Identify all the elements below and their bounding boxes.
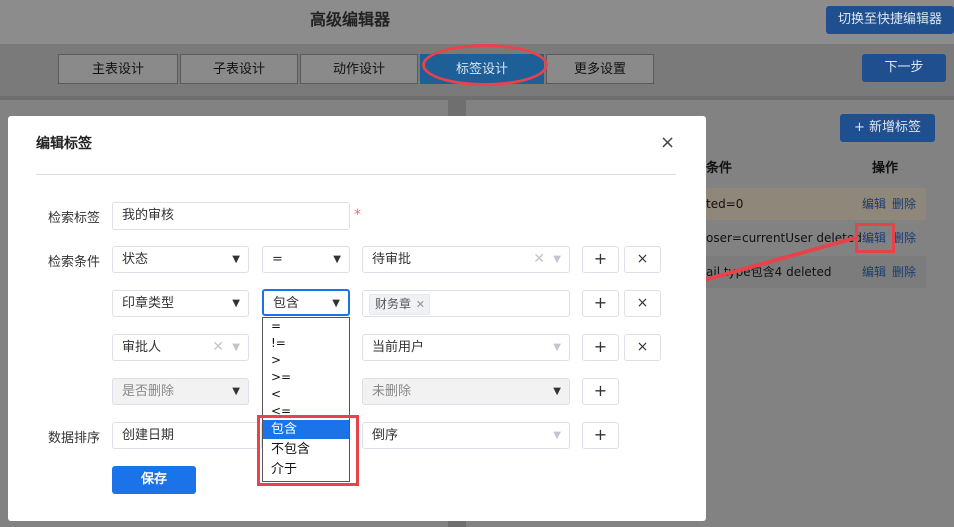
condition-field-select[interactable]: 印章类型 ▼	[112, 290, 249, 317]
condition-value-select[interactable]: 待审批 ✕ ▼	[362, 246, 570, 273]
next-button[interactable]: 下一步	[862, 54, 946, 82]
add-condition-button[interactable]: +	[582, 334, 619, 361]
delete-link[interactable]: 删除	[892, 256, 916, 288]
chevron-down-icon: ▼	[333, 254, 341, 265]
close-icon[interactable]: ×	[660, 132, 675, 153]
chevron-down-icon: ▼	[332, 298, 340, 309]
page-title: 高级编辑器	[309, 10, 390, 29]
delete-link[interactable]: 删除	[892, 188, 916, 220]
chevron-down-icon: ▼	[553, 430, 561, 441]
remove-condition-button[interactable]: ×	[624, 290, 661, 317]
required-mark: *	[354, 207, 361, 223]
step-action[interactable]: 动作设计	[300, 54, 418, 84]
tag-name-input[interactable]: 我的审核	[112, 202, 350, 230]
col-condition: 条件	[706, 161, 733, 176]
switch-editor-button[interactable]: 切换至快捷编辑器	[826, 6, 954, 34]
annotation-box-edit	[855, 223, 895, 253]
add-condition-button[interactable]: +	[582, 246, 619, 273]
condition-value-select[interactable]: 当前用户 ▼	[362, 334, 570, 361]
condition-value-multiselect[interactable]: 财务章 ✕	[362, 290, 570, 317]
dropdown-option[interactable]: =	[263, 318, 349, 335]
chevron-down-icon: ▼	[553, 386, 561, 397]
label-search-tag: 检索标签	[48, 211, 101, 226]
delete-link[interactable]: 删除	[892, 222, 916, 254]
chevron-down-icon: ▼	[232, 386, 240, 397]
clear-icon[interactable]: ✕	[533, 247, 545, 272]
chevron-down-icon: ▼	[232, 298, 240, 309]
step-sub-table[interactable]: 子表设计	[180, 54, 298, 84]
save-button[interactable]: 保存	[112, 466, 196, 494]
modal-title: 编辑标签	[36, 136, 92, 152]
add-condition-button[interactable]: +	[582, 290, 619, 317]
edit-link[interactable]: 编辑	[862, 256, 886, 288]
label-sort: 数据排序	[48, 431, 101, 446]
modal-divider	[36, 174, 676, 175]
sort-order-select[interactable]: 倒序 ▼	[362, 422, 570, 449]
remove-condition-button[interactable]: ×	[624, 246, 661, 273]
step-more-settings[interactable]: 更多设置	[546, 54, 654, 84]
dropdown-option[interactable]: >	[263, 352, 349, 369]
tag-close-icon[interactable]: ✕	[416, 295, 425, 314]
add-tag-button[interactable]: + 新增标签	[840, 114, 935, 142]
chevron-down-icon: ▼	[553, 342, 561, 353]
label-conditions: 检索条件	[48, 255, 101, 270]
remove-condition-button[interactable]: ×	[624, 334, 661, 361]
annotation-ellipse	[422, 44, 548, 86]
plus-icon: +	[853, 120, 869, 135]
condition-field-select[interactable]: 状态 ▼	[112, 246, 249, 273]
chevron-down-icon: ▼	[232, 342, 240, 353]
value-tag: 财务章 ✕	[369, 294, 431, 315]
dropdown-option[interactable]: !=	[263, 335, 349, 352]
annotation-box-options	[257, 415, 359, 486]
step-main-table[interactable]: 主表设计	[58, 54, 178, 84]
add-tag-label: 新增标签	[869, 120, 922, 135]
edit-link[interactable]: 编辑	[862, 188, 886, 220]
table-row: ted=0 编辑 删除	[706, 188, 926, 220]
sort-field-select[interactable]: 创建日期	[112, 422, 262, 449]
table-header: 条件 操作	[706, 154, 926, 184]
condition-operator-select[interactable]: = ▼	[262, 246, 350, 273]
condition-field-select[interactable]: 审批人 ✕ ▼	[112, 334, 249, 361]
col-action: 操作	[872, 161, 899, 176]
condition-value-select: 未删除 ▼	[362, 378, 570, 405]
chevron-down-icon: ▼	[232, 254, 240, 265]
dropdown-option[interactable]: <	[263, 386, 349, 403]
add-condition-button[interactable]: +	[582, 378, 619, 405]
add-sort-button[interactable]: +	[582, 422, 619, 449]
condition-operator-select[interactable]: 包含 ▼	[262, 289, 350, 316]
condition-field-select: 是否删除 ▼	[112, 378, 249, 405]
clear-icon[interactable]: ✕	[212, 335, 224, 360]
dropdown-option[interactable]: >=	[263, 369, 349, 386]
chevron-down-icon: ▼	[553, 254, 561, 265]
